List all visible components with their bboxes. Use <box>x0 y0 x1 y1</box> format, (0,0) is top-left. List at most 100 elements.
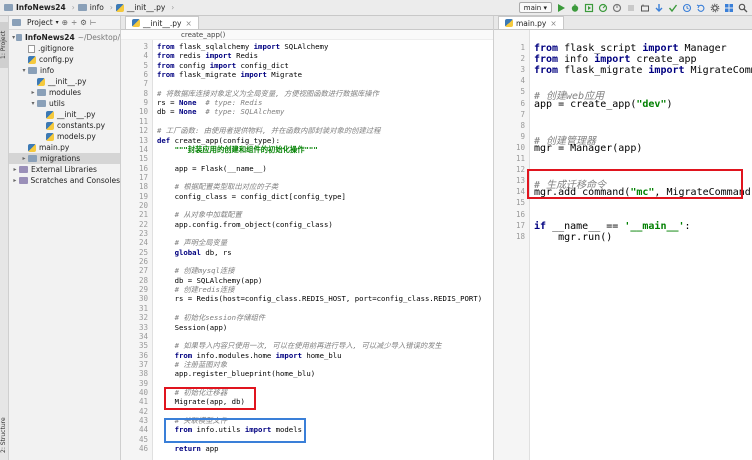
breadcrumb-file[interactable]: __init__.py <box>127 3 165 12</box>
breadcrumb-folder[interactable]: info <box>90 3 104 12</box>
breadcrumb-project[interactable]: InfoNews24 <box>16 3 66 12</box>
line-number: 17 <box>515 220 525 230</box>
chevron-right-icon[interactable]: ▸ <box>29 87 37 98</box>
code-line[interactable]: mgr = Manager(app) <box>534 143 642 154</box>
project-panel-title[interactable]: Project <box>27 18 53 27</box>
history-icon[interactable] <box>682 3 692 13</box>
code-line[interactable]: from flask_migrate import Migrate <box>157 70 302 79</box>
code-line[interactable]: app = create_app("dev") <box>534 99 673 110</box>
code-line[interactable]: rs = Redis(host=config_class.REDIS_HOST,… <box>157 294 483 303</box>
tree-item-label: External Libraries <box>31 165 97 174</box>
settings-icon[interactable] <box>710 3 720 13</box>
tree-item-label: Scratches and Consoles <box>30 176 120 185</box>
tree-item[interactable]: ▾ info <box>9 65 120 76</box>
debug-icon[interactable] <box>570 3 580 13</box>
profile-icon[interactable] <box>598 3 608 13</box>
run-config-select[interactable]: main ▾ <box>518 2 552 13</box>
code-line[interactable]: from info import create_app <box>534 54 697 65</box>
line-number: 28 <box>138 275 148 285</box>
code-line[interactable]: from flask_sqlalchemy import SQLAlchemy <box>157 42 328 51</box>
code-line[interactable]: def create_app(config_type): <box>157 136 280 145</box>
tree-item-label: __init__.py <box>48 77 87 86</box>
python-file-icon <box>46 110 54 119</box>
line-number: 5 <box>143 60 148 70</box>
tree-item[interactable]: .gitignore <box>9 43 120 54</box>
line-number: 18 <box>138 182 148 192</box>
code-line[interactable]: config_class = config_dict[config_type] <box>157 192 346 201</box>
code-line[interactable]: from redis import Redis <box>157 51 258 60</box>
code-breadcrumb[interactable]: create_app() <box>121 30 493 40</box>
code-line[interactable]: from info.modules.home import home_blu <box>157 351 342 360</box>
line-number: 9 <box>143 98 148 108</box>
tree-item[interactable]: ▾ InfoNews24 ~/Desktop/ <box>9 32 120 43</box>
code-line[interactable]: db = SQLAlchemy(app) <box>157 276 263 285</box>
chevron-right-icon[interactable]: ▸ <box>11 164 19 175</box>
code-line[interactable]: from config import config_dict <box>157 61 289 70</box>
collapse-icon[interactable]: ÷ <box>71 18 77 27</box>
structure-tool-button[interactable]: 2: Structure <box>0 414 9 456</box>
chevron-right-icon[interactable]: ▸ <box>20 153 28 164</box>
tree-item[interactable]: ▸ migrations <box>9 153 120 164</box>
tree-item[interactable]: __init__.py <box>9 76 120 87</box>
chevron-down-icon[interactable]: ▾ <box>29 98 37 109</box>
vcs-commit-icon[interactable] <box>668 3 678 13</box>
tree-item[interactable]: ▸ External Libraries <box>9 164 120 175</box>
revert-icon[interactable] <box>696 3 706 13</box>
vcs-update-icon[interactable] <box>654 3 664 13</box>
project-structure-icon[interactable] <box>724 3 734 13</box>
code-line[interactable]: mgr.run() <box>534 232 612 243</box>
stop-icon[interactable] <box>626 3 636 13</box>
code-line[interactable]: app = Flask(__name__) <box>157 164 267 173</box>
concurrency-icon[interactable] <box>612 3 622 13</box>
search-icon[interactable] <box>738 3 748 13</box>
line-number: 29 <box>138 285 148 295</box>
chevron-right-icon[interactable]: ▸ <box>11 175 19 186</box>
line-number: 46 <box>138 444 148 454</box>
tab-main-py[interactable]: main.py × <box>498 16 564 29</box>
line-number: 36 <box>138 350 148 360</box>
code-line[interactable]: if __name__ == '__main__': <box>534 221 691 232</box>
code-line[interactable]: Session(app) <box>157 323 228 332</box>
code-line[interactable]: global db, rs <box>157 248 232 257</box>
gear-icon[interactable]: ⚙ <box>80 18 87 27</box>
code-line[interactable]: app.config.from_object(config_class) <box>157 220 333 229</box>
project-tool-button[interactable]: 1: Project <box>0 22 9 68</box>
code-line[interactable]: """封装应用的创建和组件的初始化操作""" <box>157 145 318 155</box>
tab-init-py[interactable]: __init__.py × <box>125 16 199 29</box>
coverage-icon[interactable] <box>584 3 594 13</box>
tree-item[interactable]: ▸ modules <box>9 87 120 98</box>
chevron-down-icon[interactable]: ▾ <box>20 65 28 76</box>
hide-icon[interactable]: ⊢ <box>90 18 97 27</box>
code-line[interactable]: db = None # type: SQLAlchemy <box>157 107 284 116</box>
tree-item[interactable]: constants.py <box>9 120 120 131</box>
python-file-icon <box>28 143 36 152</box>
tree-item[interactable]: __init__.py <box>9 109 120 120</box>
tree-item[interactable]: main.py <box>9 142 120 153</box>
navigation-bar: InfoNews24 › info › __init__.py › main ▾ <box>0 0 752 16</box>
project-panel-header: Project ▾ ⊕ ÷ ⚙ ⊢ <box>9 16 120 30</box>
tree-item[interactable]: config.py <box>9 54 120 65</box>
tree-item[interactable]: ▾ utils <box>9 98 120 109</box>
run-icon[interactable] <box>556 3 566 13</box>
project-tree: ▾ InfoNews24 ~/Desktop/.gitignore config.py… <box>9 30 120 186</box>
folder-icon <box>77 4 87 11</box>
chevron-down-icon[interactable]: ▾ <box>56 19 59 26</box>
line-number: 5 <box>520 87 525 97</box>
run-toolbar: main ▾ <box>518 2 748 13</box>
close-icon[interactable]: × <box>550 19 556 28</box>
code-line[interactable]: return app <box>157 444 219 453</box>
library-icon <box>19 166 28 173</box>
tree-item[interactable]: models.py <box>9 131 120 142</box>
line-number: 26 <box>138 257 148 267</box>
line-number: 8 <box>143 88 148 98</box>
line-number: 2 <box>520 54 525 64</box>
build-icon[interactable] <box>640 3 650 13</box>
line-number: 12 <box>138 126 148 136</box>
close-icon[interactable]: × <box>185 19 191 28</box>
code-line[interactable]: from flask_migrate import MigrateCommand <box>534 65 752 76</box>
code-line[interactable]: rs = None # type: Redis <box>157 98 262 107</box>
tree-item[interactable]: ▸ Scratches and Consoles <box>9 175 120 186</box>
target-icon[interactable]: ⊕ <box>62 18 68 27</box>
code-line[interactable]: from flask_script import Manager <box>534 43 727 54</box>
code-line[interactable]: app.register_blueprint(home_blu) <box>157 369 316 378</box>
